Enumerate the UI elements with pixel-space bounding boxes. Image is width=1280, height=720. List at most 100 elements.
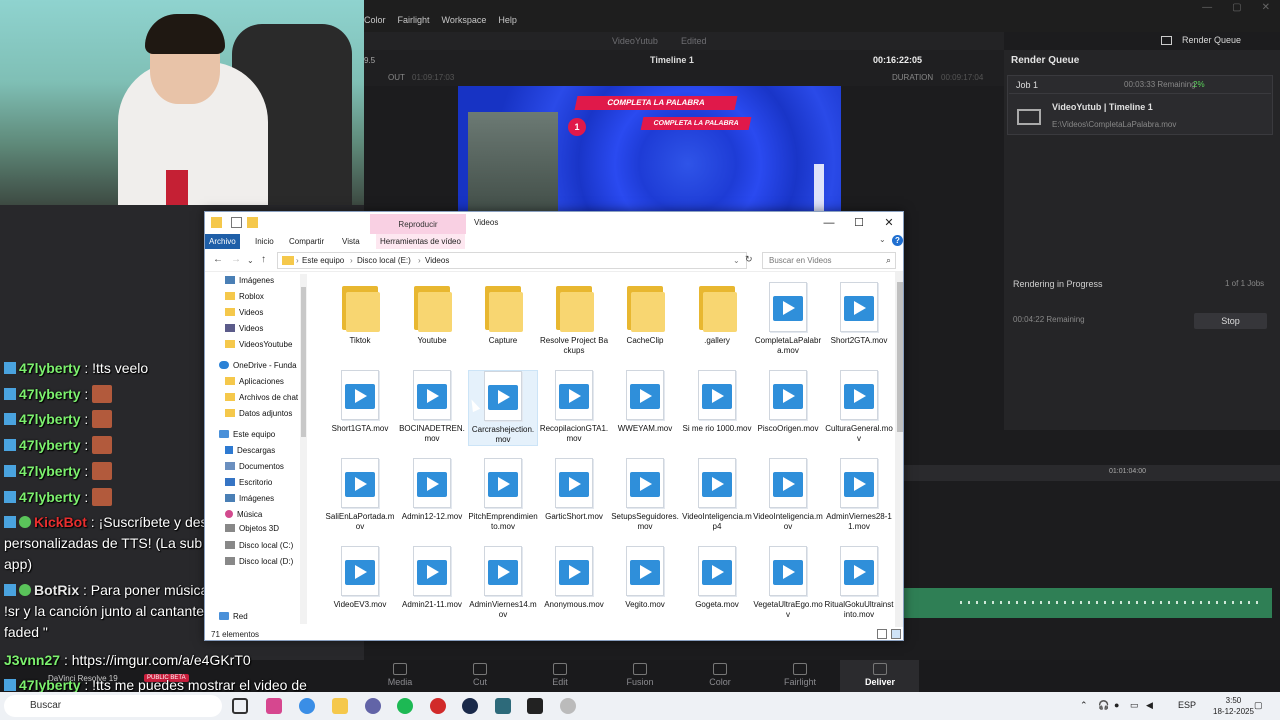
tab-herramientas-video[interactable]: Herramientas de vídeo xyxy=(376,234,465,249)
davinci-resolve-icon[interactable] xyxy=(495,698,511,714)
render-queue-button[interactable]: Render Queue xyxy=(1182,35,1241,45)
nav-item-documentos[interactable]: Documentos xyxy=(225,460,284,474)
file-item[interactable]: CulturaGeneral.mov xyxy=(824,370,894,444)
search-input[interactable]: Buscar en Videos ⌕ xyxy=(762,252,896,269)
nav-item-objetos-3d[interactable]: Objetos 3D xyxy=(225,522,279,536)
breadcrumb-disco-e[interactable]: Disco local (E:) xyxy=(357,253,411,268)
page-fairlight[interactable]: Fairlight xyxy=(760,663,840,687)
new-folder-icon[interactable] xyxy=(247,217,258,228)
copilot-icon[interactable] xyxy=(266,698,282,714)
menu-color[interactable]: Color xyxy=(364,15,386,25)
up-icon[interactable]: ↑ xyxy=(261,254,266,265)
nav-item-escritorio[interactable]: Escritorio xyxy=(225,476,272,490)
file-item[interactable]: PitchEmprendimiento.mov xyxy=(468,458,538,532)
breadcrumb-este-equipo[interactable]: Este equipo xyxy=(302,253,344,268)
content-scrollbar-thumb[interactable] xyxy=(897,282,903,432)
file-item[interactable]: SaliEnLaPortada.mov xyxy=(325,458,395,532)
nav-item-videosyoutube[interactable]: VideosYoutube xyxy=(225,338,292,352)
minimize-icon[interactable]: — xyxy=(815,215,843,231)
menu-help[interactable]: Help xyxy=(498,15,517,25)
file-item[interactable]: CompletaLaPalabra.mov xyxy=(753,282,823,356)
nav-scrollbar-thumb[interactable] xyxy=(301,287,306,437)
page-deliver[interactable]: Deliver xyxy=(840,663,920,687)
language-indicator[interactable]: ESP xyxy=(1178,700,1196,710)
nav-item-red[interactable]: Red xyxy=(219,610,248,624)
address-dropdown-icon[interactable]: ⌄ xyxy=(733,253,740,268)
page-media[interactable]: Media xyxy=(360,663,440,687)
steam-icon[interactable] xyxy=(462,698,478,714)
file-item[interactable]: Vegito.mov xyxy=(610,546,680,610)
obs-icon[interactable] xyxy=(430,698,446,714)
viewer-timeline-name[interactable]: Timeline 1 xyxy=(650,55,694,65)
nav-item-datos-adjuntos[interactable]: Datos adjuntos xyxy=(225,407,292,421)
properties-icon[interactable] xyxy=(231,217,242,228)
folder-item[interactable]: CacheClip xyxy=(610,282,680,346)
file-item[interactable]: BOCINADETREN.mov xyxy=(397,370,467,444)
spotify-icon[interactable] xyxy=(397,698,413,714)
file-item[interactable]: Short2GTA.mov xyxy=(824,282,894,346)
file-item[interactable]: Admin21-11.mov xyxy=(397,546,467,610)
page-fusion[interactable]: Fusion xyxy=(600,663,680,687)
large-icons-view-icon[interactable] xyxy=(891,629,901,639)
clock[interactable]: 3:50 18-12-2025 xyxy=(1213,695,1254,717)
breadcrumb-videos[interactable]: Videos xyxy=(425,253,449,268)
file-item[interactable]: Anonymous.mov xyxy=(539,546,609,610)
file-item[interactable]: Gogeta.mov xyxy=(682,546,752,610)
tray-chevron-icon[interactable]: ⌃ xyxy=(1080,700,1088,711)
headset-icon[interactable]: 🎧 xyxy=(1098,700,1109,711)
file-item[interactable]: RitualGokuUltrainstinto.mov xyxy=(824,546,894,620)
file-explorer-icon[interactable] xyxy=(332,698,348,714)
page-edit[interactable]: Edit xyxy=(520,663,600,687)
forward-icon[interactable]: → xyxy=(231,254,241,265)
nav-item-imagenes[interactable]: Imágenes xyxy=(225,274,274,288)
tab-inicio[interactable]: Inicio xyxy=(251,234,278,249)
maximize-icon[interactable]: ☐ xyxy=(845,215,873,231)
file-item[interactable]: RecopilacionGTA1.mov xyxy=(539,370,609,444)
menu-workspace[interactable]: Workspace xyxy=(442,15,487,25)
nav-item-imagenes-2[interactable]: Imágenes xyxy=(225,492,274,506)
file-item[interactable]: Short1GTA.mov xyxy=(325,370,395,434)
folder-item[interactable]: Tiktok xyxy=(325,282,395,346)
nav-item-onedrive[interactable]: OneDrive - Funda xyxy=(219,359,297,373)
file-item[interactable]: Admin12-12.mov xyxy=(397,458,467,522)
file-item[interactable]: VideoInteligencia.mp4 xyxy=(682,458,752,532)
file-item[interactable]: VegetaUltraEgo.mov xyxy=(753,546,823,620)
folder-item[interactable]: Resolve Project Backups xyxy=(539,282,609,356)
app-icon[interactable] xyxy=(560,698,576,714)
maximize-icon[interactable]: ▢ xyxy=(1232,2,1241,13)
ribbon-expand-icon[interactable]: ⌄ xyxy=(879,235,886,244)
nav-item-videos[interactable]: Videos xyxy=(225,306,263,320)
file-item[interactable]: GarticShort.mov xyxy=(539,458,609,522)
file-item[interactable]: Si me rio 1000.mov xyxy=(682,370,752,434)
taskbar-search[interactable]: Buscar xyxy=(4,695,222,717)
nav-item-videos-library[interactable]: Videos xyxy=(225,322,263,336)
page-cut[interactable]: Cut xyxy=(440,663,520,687)
back-icon[interactable]: ← xyxy=(213,254,223,265)
refresh-icon[interactable]: ↻ xyxy=(745,254,753,265)
file-item[interactable]: PiscoOrigen.mov xyxy=(753,370,823,434)
stop-button[interactable]: Stop xyxy=(1194,313,1267,329)
close-icon[interactable]: ✕ xyxy=(1262,2,1270,13)
minimize-icon[interactable]: — xyxy=(1202,2,1212,13)
help-icon[interactable]: ? xyxy=(892,235,903,246)
file-item[interactable]: VideoEV3.mov xyxy=(325,546,395,610)
folder-item[interactable]: Capture xyxy=(468,282,538,346)
folder-item[interactable]: .gallery xyxy=(682,282,752,346)
file-item[interactable]: VideoInteligencia.mov xyxy=(753,458,823,532)
file-item[interactable]: WWEYAM.mov xyxy=(610,370,680,434)
tab-compartir[interactable]: Compartir xyxy=(285,234,328,249)
file-item[interactable]: AdminViernes14.mov xyxy=(468,546,538,620)
nav-item-descargas[interactable]: Descargas xyxy=(225,444,275,458)
file-item[interactable]: SetupsSeguidores.mov xyxy=(610,458,680,532)
file-item[interactable]: AdminViernes28-11.mov xyxy=(824,458,894,532)
nav-item-aplicaciones[interactable]: Aplicaciones xyxy=(225,375,284,389)
task-view-icon[interactable] xyxy=(232,698,248,714)
page-color[interactable]: Color xyxy=(680,663,760,687)
nav-item-musica[interactable]: Música xyxy=(225,508,262,522)
menu-fairlight[interactable]: Fairlight xyxy=(398,15,430,25)
address-bar[interactable]: › Este equipo › Disco local (E:) › Video… xyxy=(277,252,747,269)
nav-item-archivos-chat[interactable]: Archivos de chat xyxy=(225,391,298,405)
discord-icon[interactable] xyxy=(365,698,381,714)
network-icon[interactable]: ▭ xyxy=(1130,700,1139,711)
close-icon[interactable]: ✕ xyxy=(875,215,903,231)
